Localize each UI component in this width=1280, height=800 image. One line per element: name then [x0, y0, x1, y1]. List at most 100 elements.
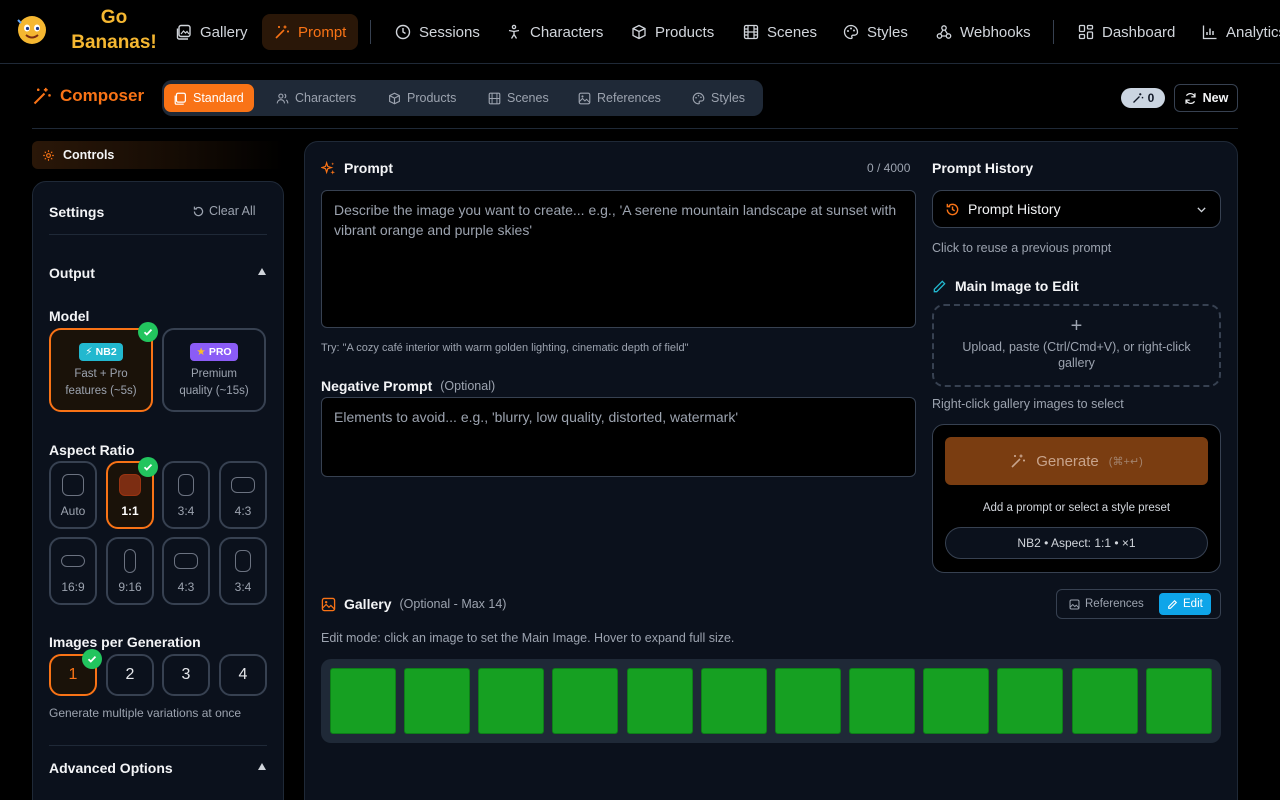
film-icon [488, 92, 501, 104]
new-button-label: New [1202, 91, 1229, 105]
main-image-title: Main Image to Edit [932, 278, 1079, 294]
collapse-caret-icon[interactable] [258, 268, 266, 275]
gallery-thumbnail[interactable] [627, 668, 693, 734]
tab-characters[interactable]: Characters [266, 84, 366, 112]
aspect-9-16[interactable]: 9:16 [106, 537, 154, 605]
model-card-nb2[interactable]: ⚡ NB2 Fast + Pro features (~5s) [49, 328, 153, 412]
logo-line-1: Go [100, 7, 128, 28]
chart-icon [1202, 25, 1217, 40]
images-option-2[interactable]: 2 [106, 654, 154, 696]
tab-label: Standard [193, 91, 244, 105]
box-icon [632, 24, 646, 40]
dashboard-icon [1078, 24, 1094, 40]
tab-styles[interactable]: Styles [682, 84, 755, 112]
generate-button[interactable]: Generate (⌘+↵) [945, 437, 1208, 485]
sparkle-icon [1132, 93, 1143, 103]
collapse-caret-icon[interactable] [258, 763, 266, 770]
image-icon [321, 597, 336, 611]
tab-label: Styles [711, 91, 746, 105]
model-title: Model [49, 308, 90, 324]
nav-dashboard[interactable]: Dashboard [1066, 14, 1187, 50]
aspect-3-4-alt[interactable]: 3:4 [219, 537, 267, 605]
aspect-ratio-title: Aspect Ratio [49, 442, 135, 458]
pro-badge: ★ PRO [190, 343, 238, 361]
gallery-thumbnail[interactable] [923, 668, 989, 734]
advanced-options-title[interactable]: Advanced Options [49, 760, 173, 776]
prompt-history-dropdown[interactable]: Prompt History [932, 190, 1221, 228]
prompt-label-text: Prompt [344, 160, 393, 176]
pencil-icon [1168, 599, 1178, 609]
aspect-16-9[interactable]: 16:9 [49, 537, 97, 605]
nav-scenes[interactable]: Scenes [731, 14, 829, 50]
aspect-shape [235, 550, 251, 572]
composer-tabs: Standard Characters Products Scenes Refe… [162, 80, 763, 116]
app-logo-text[interactable]: Go Bananas! [64, 5, 164, 55]
gallery-mode-hint: Edit mode: click an image to set the Mai… [321, 631, 735, 645]
credits-badge[interactable]: 0 [1121, 88, 1165, 108]
aspect-4-3-alt[interactable]: 4:3 [162, 537, 210, 605]
main-image-dropzone[interactable]: + Upload, paste (Ctrl/Cmd+V), or right-c… [932, 304, 1221, 387]
nav-styles[interactable]: Styles [831, 14, 920, 50]
gallery-thumbnail[interactable] [1146, 668, 1212, 734]
mode-edit-button[interactable]: Edit [1159, 593, 1211, 615]
controls-header[interactable]: Controls [32, 141, 284, 169]
clock-icon [395, 24, 411, 40]
gallery-thumbnail[interactable] [1072, 668, 1138, 734]
aspect-shape [231, 477, 255, 493]
nav-characters[interactable]: Characters [494, 14, 615, 50]
nav-gallery[interactable]: Gallery [164, 14, 260, 50]
mode-references-button[interactable]: References [1061, 593, 1152, 615]
nav-analytics[interactable]: Analytics [1190, 14, 1280, 50]
prompt-history-title: Prompt History [932, 160, 1034, 176]
nav-prompt[interactable]: Prompt [262, 14, 359, 50]
tab-references[interactable]: References [568, 84, 671, 112]
nav-sessions[interactable]: Sessions [383, 14, 492, 50]
nav-label: Products [655, 23, 715, 41]
gallery-thumbnail[interactable] [552, 668, 618, 734]
aspect-auto[interactable]: Auto [49, 461, 97, 529]
selected-check-icon [82, 649, 102, 669]
banana-logo-icon[interactable] [16, 14, 48, 46]
negative-prompt-input[interactable] [321, 397, 916, 477]
tab-standard[interactable]: Standard [164, 84, 254, 112]
generate-label: Generate [1036, 452, 1099, 470]
tab-products[interactable]: Products [378, 84, 466, 112]
aspect-shape [124, 549, 136, 573]
output-title[interactable]: Output [49, 265, 95, 281]
wand-icon [275, 25, 289, 39]
model-desc: Fast + Pro features (~5s) [51, 366, 151, 400]
aspect-4-3[interactable]: 4:3 [219, 461, 267, 529]
gallery-thumbnail[interactable] [701, 668, 767, 734]
aspect-label: 3:4 [234, 580, 252, 594]
badge-text: PRO [208, 346, 232, 358]
gallery-thumbnail[interactable] [997, 668, 1063, 734]
new-button[interactable]: New [1174, 84, 1238, 112]
gallery-thumbnail[interactable] [478, 668, 544, 734]
advanced-divider [49, 745, 267, 746]
nav-webhooks[interactable]: Webhooks [924, 14, 1043, 50]
badge-text: NB2 [95, 346, 117, 358]
tab-scenes[interactable]: Scenes [478, 84, 559, 112]
optional-text: (Optional) [440, 379, 496, 393]
images-option-3[interactable]: 3 [162, 654, 210, 696]
mode-label: References [1085, 598, 1144, 610]
aspect-3-4[interactable]: 3:4 [162, 461, 210, 529]
gallery-thumbnail[interactable] [775, 668, 841, 734]
nav-products[interactable]: Products [619, 14, 726, 50]
palette-icon [692, 92, 705, 104]
main-image-hint: Right-click gallery images to select [932, 397, 1124, 411]
gallery-thumbnail[interactable] [330, 668, 396, 734]
model-card-pro[interactable]: ★ PRO Premium quality (~15s) [162, 328, 266, 412]
clear-all-button[interactable]: Clear All [192, 204, 256, 218]
history-hint: Click to reuse a previous prompt [932, 241, 1112, 255]
tab-label: References [597, 91, 661, 105]
upload-text: Upload, paste (Ctrl/Cmd+V), or right-cli… [962, 340, 1191, 370]
gallery-thumbnail[interactable] [849, 668, 915, 734]
gear-icon [43, 149, 54, 161]
model-desc-line: Fast + Pro [74, 368, 128, 380]
images-option-4[interactable]: 4 [219, 654, 267, 696]
users-icon [276, 92, 289, 103]
gallery-thumbnail[interactable] [404, 668, 470, 734]
nav-label: Scenes [767, 23, 818, 41]
prompt-input[interactable] [321, 190, 916, 328]
